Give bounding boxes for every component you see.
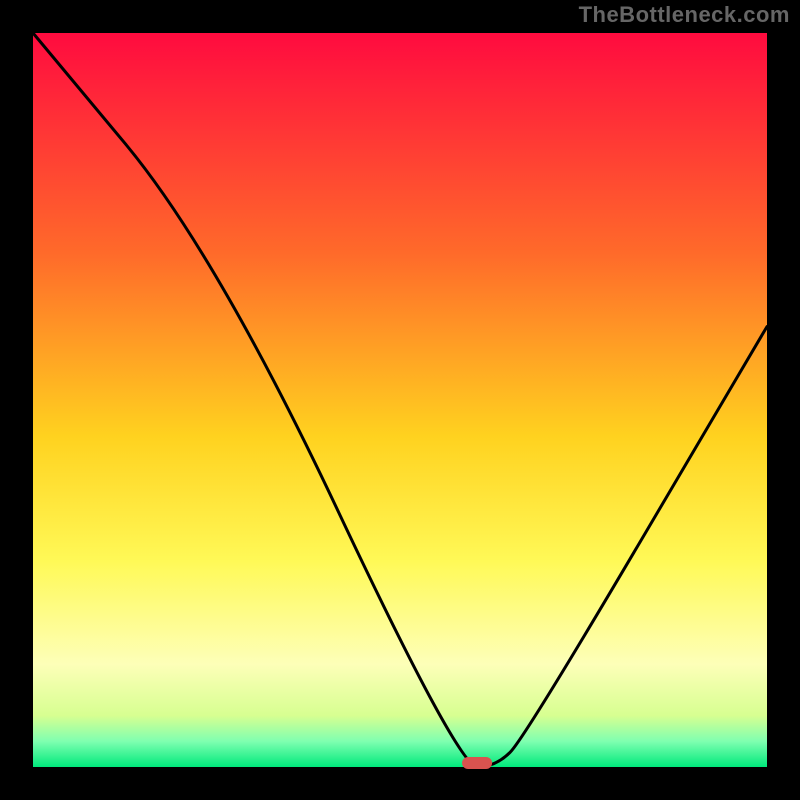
watermark-text: TheBottleneck.com (579, 2, 790, 28)
chart-svg (0, 0, 800, 800)
plot-area (33, 33, 767, 767)
optimal-marker (462, 757, 492, 769)
bottleneck-chart: TheBottleneck.com (0, 0, 800, 800)
